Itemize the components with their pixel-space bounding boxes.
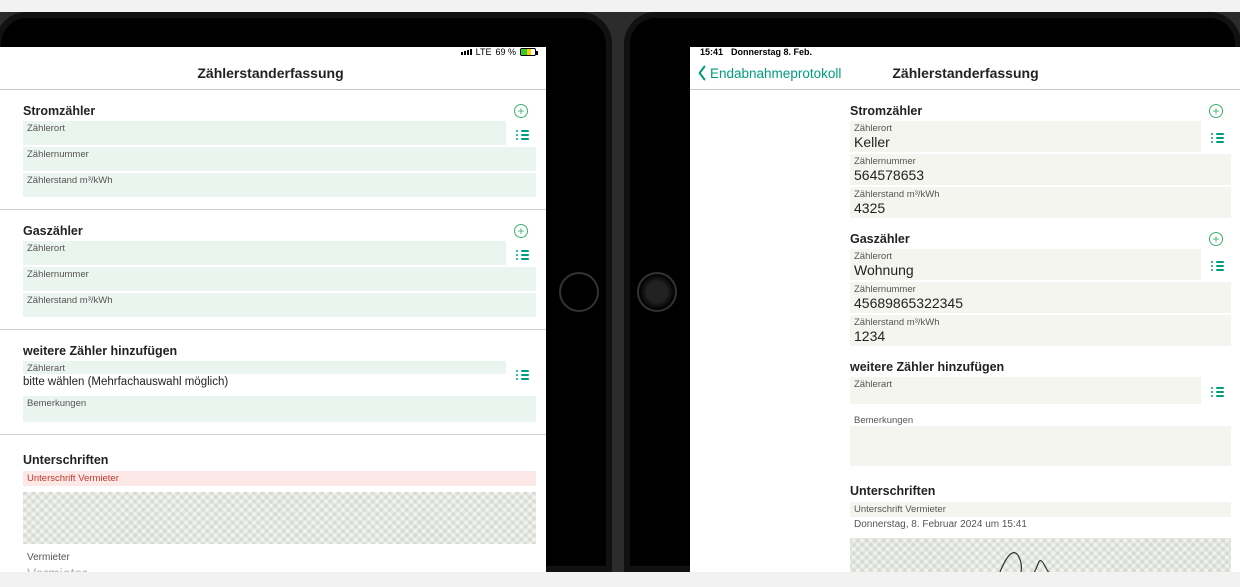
network-label: LTE bbox=[476, 47, 492, 57]
add-gas-button[interactable] bbox=[514, 224, 528, 238]
gas-ort-input[interactable] bbox=[23, 254, 506, 265]
gas-stand-label: Zählerstand m³/kWh bbox=[23, 293, 536, 306]
home-button[interactable] bbox=[637, 272, 677, 312]
add-list-button[interactable] bbox=[512, 361, 532, 388]
strom-num-input[interactable] bbox=[23, 160, 536, 171]
signature-pad[interactable] bbox=[850, 538, 1231, 572]
section-title-sign: Unterschriften bbox=[23, 453, 536, 467]
strom-list-button[interactable] bbox=[512, 121, 532, 147]
status-date: Donnerstag 8. Feb. bbox=[731, 47, 812, 57]
sign-vermieter-field[interactable]: Unterschrift Vermieter bbox=[23, 471, 536, 486]
strom-num-label: Zählernummer bbox=[23, 147, 536, 160]
gas-ort-value[interactable]: Wohnung bbox=[850, 262, 1201, 280]
list-icon bbox=[516, 128, 529, 141]
section-title-strom: Stromzähler bbox=[23, 104, 95, 118]
strom-stand-input[interactable] bbox=[23, 186, 536, 197]
strom-stand-label: Zählerstand m³/kWh bbox=[850, 187, 1231, 200]
list-icon bbox=[1211, 385, 1224, 398]
page-title: Zählerstanderfassung bbox=[0, 65, 546, 81]
signature-pad[interactable] bbox=[23, 492, 536, 544]
gas-num-label: Zählernummer bbox=[23, 267, 536, 280]
battery-icon bbox=[520, 48, 536, 56]
status-time: 15:41 bbox=[700, 47, 723, 57]
nav-bar: Zählerstanderfassung bbox=[0, 57, 546, 90]
section-title-add: weitere Zähler hinzufügen bbox=[23, 344, 177, 358]
page-title: Zählerstanderfassung bbox=[690, 65, 1240, 81]
gas-stand-input[interactable] bbox=[23, 306, 536, 317]
signal-icon bbox=[461, 49, 472, 55]
gas-num-input[interactable] bbox=[23, 280, 536, 291]
status-bar: 15:41 Donnerstag 8. Feb. bbox=[690, 47, 1240, 57]
remarks-input[interactable] bbox=[23, 411, 536, 422]
gas-ort-label: Zählerort bbox=[850, 249, 1201, 262]
list-icon bbox=[516, 248, 529, 261]
home-button[interactable] bbox=[559, 272, 599, 312]
gas-stand-label: Zählerstand m³/kWh bbox=[850, 315, 1231, 328]
remarks-label: Bemerkungen bbox=[23, 396, 536, 411]
remarks-label: Bemerkungen bbox=[850, 413, 917, 428]
remarks-input[interactable] bbox=[850, 426, 1231, 466]
section-title-gas: Gaszähler bbox=[850, 232, 910, 246]
add-art-input[interactable]: bitte wählen (Mehrfachauswahl möglich) bbox=[23, 376, 506, 388]
gas-ort-label: Zählerort bbox=[23, 241, 506, 254]
add-art-label: Zählerart bbox=[850, 377, 1201, 390]
add-list-button[interactable] bbox=[1207, 377, 1227, 406]
strom-num-label: Zählernummer bbox=[850, 154, 1231, 167]
strom-list-button[interactable] bbox=[1207, 121, 1227, 154]
section-title-add: weitere Zähler hinzufügen bbox=[850, 360, 1004, 374]
add-strom-button[interactable] bbox=[1209, 104, 1223, 118]
strom-num-value[interactable]: 564578653 bbox=[850, 167, 1231, 185]
add-gas-button[interactable] bbox=[1209, 232, 1223, 246]
strom-ort-input[interactable] bbox=[23, 134, 506, 145]
strom-ort-value[interactable]: Keller bbox=[850, 134, 1201, 152]
gas-num-label: Zählernummer bbox=[850, 282, 1231, 295]
add-art-label: Zählerart bbox=[23, 361, 506, 374]
status-bar: LTE 69 % bbox=[0, 47, 546, 57]
nav-bar: Endabnahmeprotokoll Zählerstanderfassung bbox=[690, 57, 1240, 90]
signature-drawing bbox=[981, 538, 1101, 572]
section-title-sign: Unterschriften bbox=[850, 484, 1231, 498]
list-icon bbox=[1211, 131, 1224, 144]
gas-num-value[interactable]: 45689865322345 bbox=[850, 295, 1231, 313]
sign-timestamp: Donnerstag, 8. Februar 2024 um 15:41 bbox=[850, 517, 1231, 532]
list-icon bbox=[1211, 259, 1224, 272]
strom-stand-label: Zählerstand m³/kWh bbox=[23, 173, 536, 186]
strom-stand-value[interactable]: 4325 bbox=[850, 200, 1231, 218]
strom-ort-label: Zählerort bbox=[850, 121, 1201, 134]
gas-list-button[interactable] bbox=[1207, 249, 1227, 282]
vermieter-role-label: Vermieter bbox=[23, 550, 536, 565]
strom-ort-label: Zählerort bbox=[23, 121, 506, 134]
section-title-strom: Stromzähler bbox=[850, 104, 922, 118]
list-icon bbox=[516, 368, 529, 381]
add-strom-button[interactable] bbox=[514, 104, 528, 118]
gas-list-button[interactable] bbox=[512, 241, 532, 267]
sign-vermieter-field[interactable]: Unterschrift Vermieter bbox=[850, 502, 1231, 517]
section-title-gas: Gaszähler bbox=[23, 224, 83, 238]
add-art-input[interactable] bbox=[850, 390, 1201, 404]
gas-stand-value[interactable]: 1234 bbox=[850, 328, 1231, 346]
vermieter-name-input[interactable]: Vermieter bbox=[23, 565, 536, 572]
battery-pct: 69 % bbox=[495, 47, 516, 57]
